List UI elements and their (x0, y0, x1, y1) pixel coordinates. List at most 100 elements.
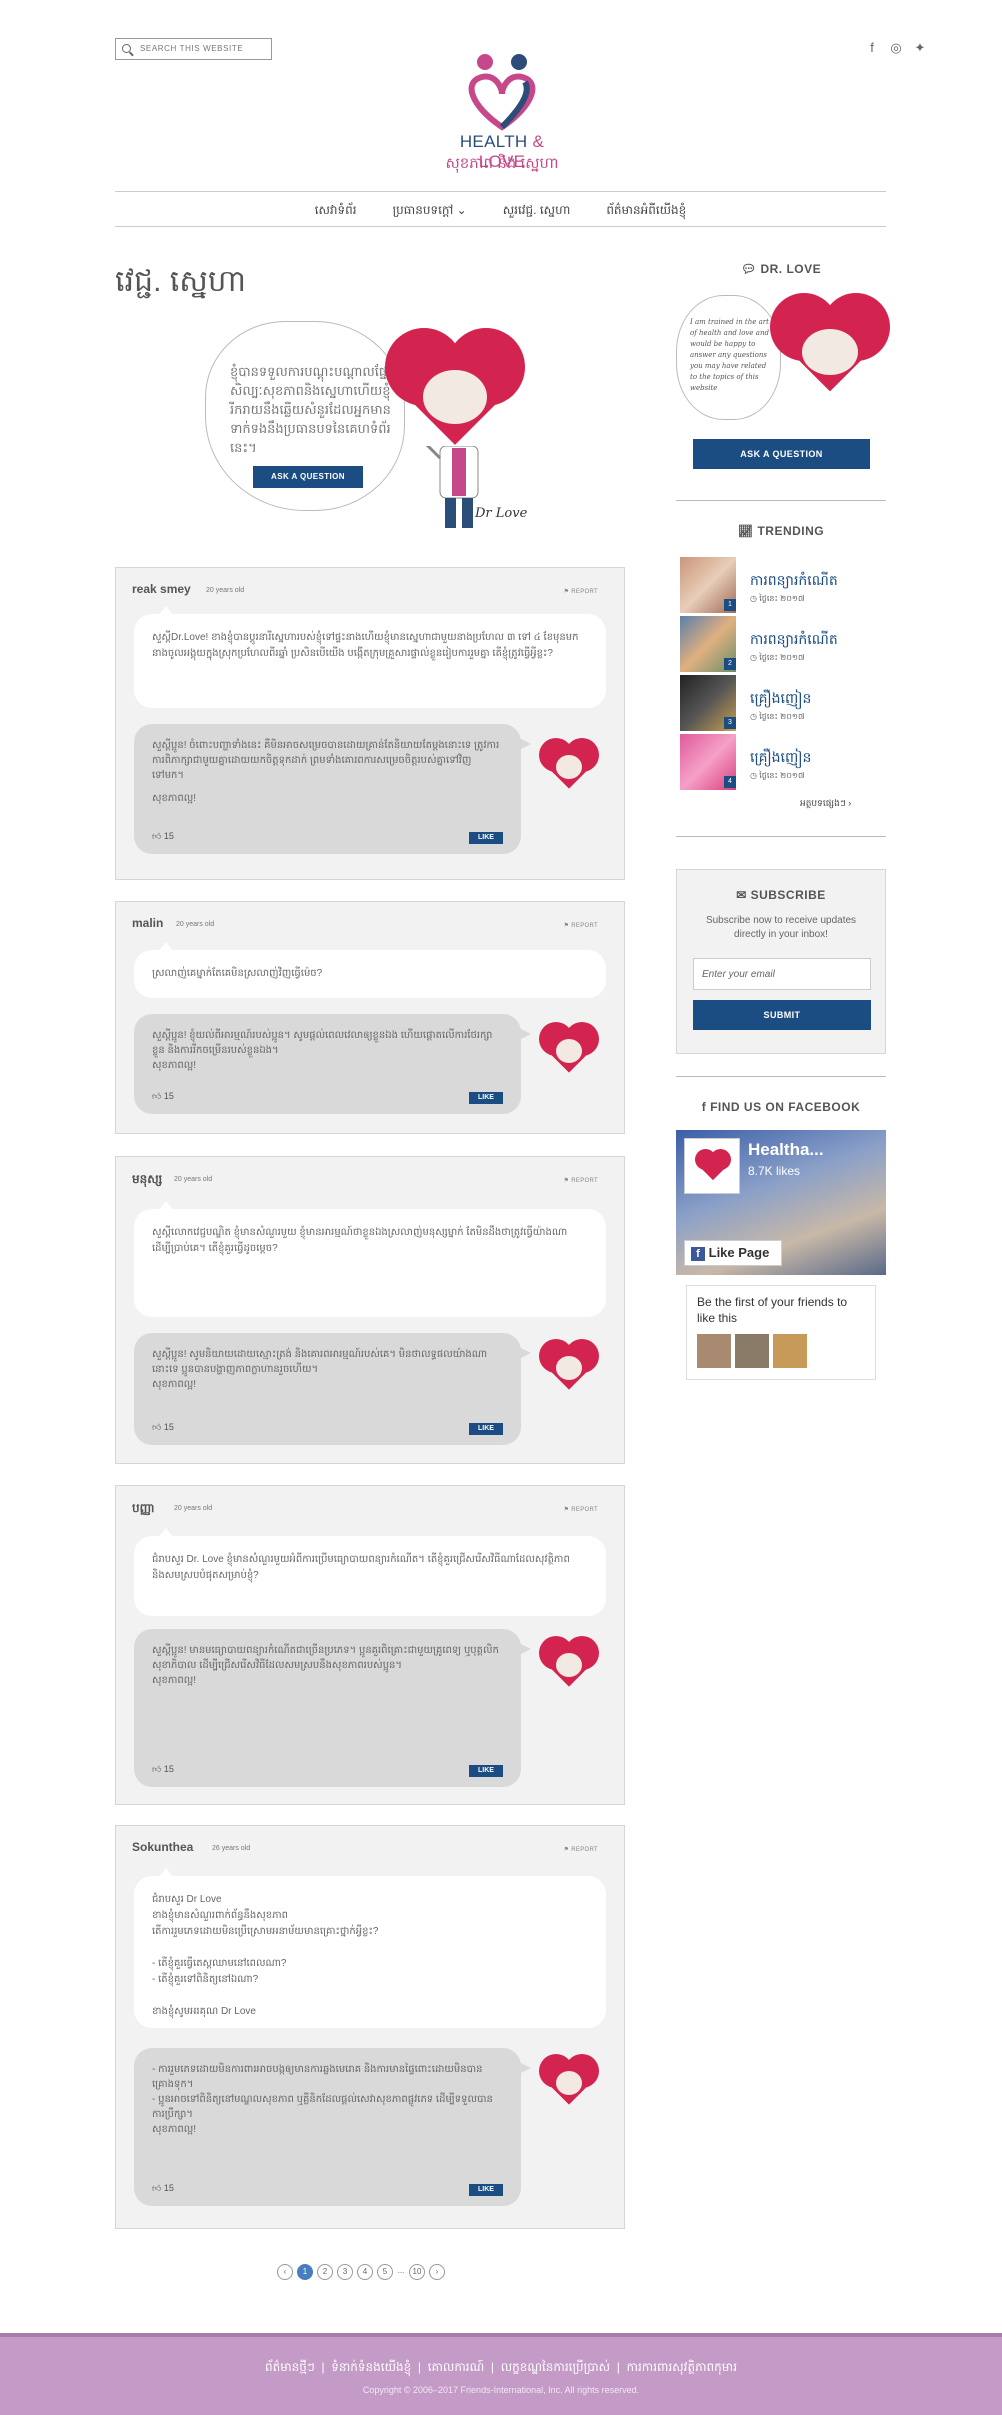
page-button[interactable]: 10 (409, 2264, 425, 2280)
nav-item-hot-topics[interactable]: ប្រធានបទក្តៅ ⌄ (393, 202, 467, 220)
next-page-button[interactable]: › (429, 2264, 445, 2280)
sidebar-heading-drlove-label: DR. LOVE (760, 262, 822, 276)
sidebar-heading-facebook-label: FIND US ON FACEBOOK (710, 1100, 861, 1114)
like-button[interactable]: LIKE (469, 832, 503, 844)
trending-date-value: ថ្ងៃនេះ ២០១៧ (759, 771, 805, 780)
thumbs-up-icon: 👍︎ (152, 1764, 164, 1774)
dr-love-signature: Dr Love (475, 506, 528, 521)
sidebar-heading-trending-label: TRENDING (757, 524, 825, 538)
report-label: REPORT (571, 589, 598, 595)
answer-text: សួស្តីប្អូន! សូមនិយាយដោយស្មោះត្រង់ និងគោ… (152, 1349, 488, 1375)
trending-title: គ្រឿងញៀន (750, 690, 812, 706)
footer-link[interactable]: ទំនាក់ទំនងយើងខ្ញុំ (331, 2360, 411, 2374)
like-button[interactable]: LIKE (469, 1765, 503, 1777)
dr-love-body-icon (425, 446, 479, 528)
thumbs-up-icon: 👍︎ (152, 1091, 164, 1101)
footer-link[interactable]: ព័ត៌មានថ្មីៗ (265, 2360, 315, 2374)
asker-age: 20 years old (174, 1176, 213, 1183)
fb-friend-avatar (697, 1334, 731, 1368)
like-button[interactable]: LIKE (469, 1092, 503, 1104)
trending-item[interactable]: 4 គ្រឿងញៀន ◷ ថ្ងៃនេះ ២០១៧ (680, 734, 890, 790)
footer-link[interactable]: គោលការណ៍ (428, 2360, 485, 2374)
question-card: មនុស្ស 20 years old ⚑ REPORT សួស្តីលោកវេ… (115, 1156, 625, 1464)
instagram-icon[interactable]: ◎ (889, 40, 903, 56)
hero-text: ខ្ញុំបានទទួលការបណ្តុះបណ្តាលផ្នែកសិល្បៈសុ… (230, 364, 396, 455)
fb-friend-avatar (773, 1334, 807, 1368)
ask-question-button[interactable]: ASK A QUESTION (253, 466, 363, 488)
sidebar-ask-question-button[interactable]: ASK A QUESTION (693, 439, 870, 469)
page-button[interactable]: 5 (377, 2264, 393, 2280)
nav-item-about[interactable]: ព័ត៌មានអំពីយើងខ្ញុំ (606, 202, 686, 220)
trending-item[interactable]: 2 ការពន្យារកំណើត ◷ ថ្ងៃនេះ ២០១៧ (680, 616, 890, 672)
report-label: REPORT (571, 923, 598, 929)
trending-item[interactable]: 1 ការពន្យារកំណើត ◷ ថ្ងៃនេះ ២០១៧ (680, 557, 890, 613)
report-link[interactable]: ⚑ REPORT (564, 1846, 598, 1853)
sidebar-heading-drlove: 💬︎ DR. LOVE (676, 262, 886, 276)
like-count-value: 15 (163, 1764, 174, 1774)
trending-rank: 4 (724, 776, 736, 788)
fb-page-avatar (684, 1138, 740, 1194)
footer-link[interactable]: ការការពារសុវត្ថិភាពកុមារ (627, 2360, 737, 2374)
sidebar-heading-trending: 📈︎ TRENDING (676, 524, 886, 538)
fb-page-name[interactable]: Healtha... (748, 1140, 824, 1160)
envelope-icon: ✉ (736, 888, 751, 902)
nav-item-home[interactable]: សេវាទំព័រ (315, 202, 357, 220)
like-count: 👍︎ 15 (152, 1762, 174, 1777)
asker-age: 20 years old (174, 1505, 213, 1512)
like-button[interactable]: LIKE (469, 2184, 503, 2196)
answer-text: សួស្តីប្អូន! ខ្ញុំយល់ពីអារម្មណ៍របស់ប្អូន… (152, 1030, 493, 1056)
trending-date: ◷ ថ្ងៃនេះ ២០១៧ (750, 770, 805, 782)
trending-rank: 1 (724, 599, 736, 611)
page-button[interactable]: 1 (297, 2264, 313, 2280)
trending-item[interactable]: 3 គ្រឿងញៀន ◷ ថ្ងៃនេះ ២០១៧ (680, 675, 890, 731)
dr-love-heart-icon (385, 328, 525, 458)
facebook-widget: Healtha... 8.7K likes f Like Page Be the… (676, 1130, 886, 1380)
answer-signoff: សុខភាពល្អ! (152, 2124, 197, 2135)
search-input[interactable]: SEARCH THIS WEBSITE (140, 44, 243, 53)
footer-link[interactable]: លក្ខខណ្ឌនៃការប្រើប្រាស់ (501, 2360, 610, 2374)
answer-signoff: សុខភាពល្អ! (152, 793, 197, 804)
like-count: 👍︎ 15 (152, 1089, 174, 1104)
like-count-value: 15 (163, 1422, 174, 1432)
like-button[interactable]: LIKE (469, 1423, 503, 1435)
question-card: reak smey 20 years old ⚑ REPORT សួស្តីDr… (115, 567, 625, 880)
trending-title: ការពន្យារកំណើត (750, 631, 838, 647)
search-box[interactable]: SEARCH THIS WEBSITE (115, 38, 272, 60)
answer-signoff: សុខភាពល្អ! (152, 1675, 197, 1686)
dr-love-heart-icon (770, 293, 890, 403)
page-button[interactable]: 4 (357, 2264, 373, 2280)
prev-page-button[interactable]: ‹ (277, 2264, 293, 2280)
dr-love-avatar-icon (539, 2054, 599, 2109)
trending-date-value: ថ្ងៃនេះ ២០១៧ (759, 653, 805, 662)
pagination: ‹ 1 2 3 4 5 ... 10 › (277, 2264, 445, 2280)
subscribe-heading-label: SUBSCRIBE (750, 888, 826, 902)
asker-name: មនុស្ស (132, 1172, 163, 1186)
answer-signoff: សុខភាពល្អ! (152, 1379, 197, 1390)
thumbs-up-icon: 👍︎ (152, 2183, 164, 2193)
report-link[interactable]: ⚑ REPORT (564, 922, 598, 929)
clock-icon: ◷ (750, 653, 760, 662)
asker-name: Sokunthea (132, 1840, 194, 1854)
email-field[interactable]: Enter your email (693, 958, 871, 990)
site-logo[interactable]: HEALTH & LOVE សុខភាព និង ស្នេហា (437, 52, 567, 180)
answer-bubble: សួស្តីប្អូន! ចំពោះបញ្ហាទាំងនេះ គឺមិនអាចស… (134, 724, 531, 854)
fb-like-page-button[interactable]: f Like Page (684, 1240, 782, 1266)
fb-friends-box: Be the first of your friends to like thi… (686, 1285, 876, 1380)
report-link[interactable]: ⚑ REPORT (564, 1177, 598, 1184)
report-link[interactable]: ⚑ REPORT (564, 1506, 598, 1513)
main-nav: សេវាទំព័រ ប្រធានបទក្តៅ ⌄ សួរវេជ្ជ. ស្នេហ… (115, 191, 886, 227)
nav-item-ask-doctor[interactable]: សួរវេជ្ជ. ស្នេហា (503, 202, 571, 220)
subscribe-button[interactable]: SUBMIT (693, 1000, 871, 1030)
facebook-icon[interactable]: f (865, 40, 879, 56)
like-count-value: 15 (163, 2183, 174, 2193)
page-ellipsis: ... (397, 2264, 405, 2280)
twitter-icon[interactable]: ✦ (913, 40, 927, 56)
page-button[interactable]: 3 (337, 2264, 353, 2280)
report-link[interactable]: ⚑ REPORT (564, 588, 598, 595)
answer-bubble: - ការរួមភេទដោយមិនការពារអាចបង្កឲ្យមានការឆ… (134, 2048, 531, 2206)
page-button[interactable]: 2 (317, 2264, 333, 2280)
like-count-value: 15 (163, 1091, 174, 1101)
report-label: REPORT (571, 1507, 598, 1513)
asker-name: malin (132, 916, 164, 930)
trending-more-link[interactable]: អត្ថបទផ្សេងៗ › (800, 798, 851, 811)
